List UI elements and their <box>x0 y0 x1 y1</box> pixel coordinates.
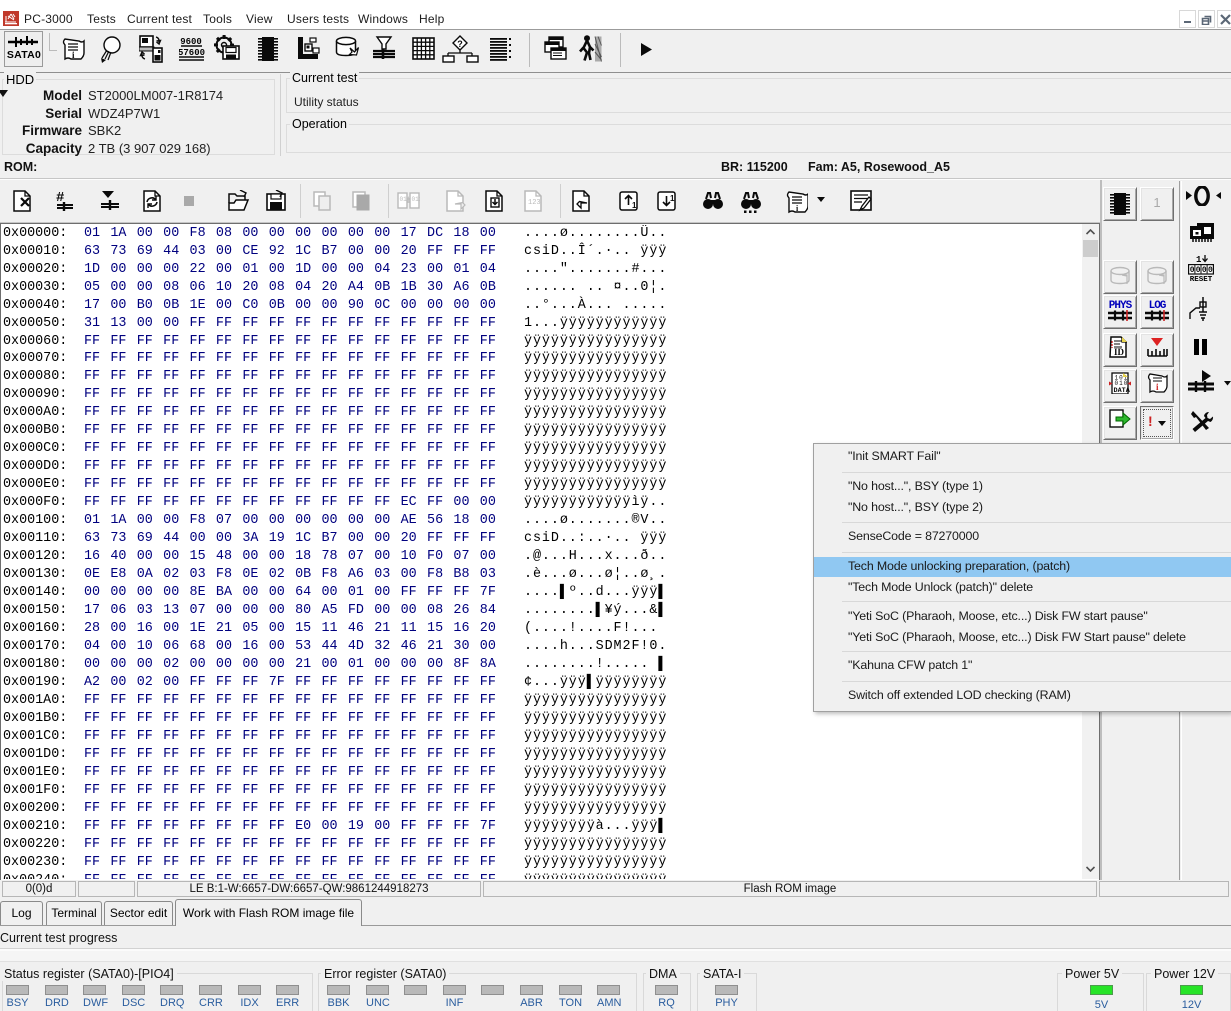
svg-text:010: 010 <box>1115 380 1129 387</box>
svg-text:0: 0 <box>1202 266 1207 275</box>
svg-text:1: 1 <box>1196 255 1202 264</box>
svg-text:ID: ID <box>1114 347 1125 357</box>
svg-text:0: 0 <box>1196 266 1201 275</box>
svg-text:1: 1 <box>632 201 637 210</box>
svg-text:0: 0 <box>1190 266 1195 275</box>
svg-text:011: 011 <box>412 196 421 203</box>
svg-text:123: 123 <box>528 199 541 207</box>
svg-text:0: 0 <box>1208 266 1213 275</box>
svg-text:1: 1 <box>670 194 675 203</box>
svg-text:PHYS: PHYS <box>1109 300 1133 312</box>
svg-text:DATA: DATA <box>1114 387 1131 394</box>
svg-text:?: ? <box>457 39 463 49</box>
svg-text:011: 011 <box>400 196 411 203</box>
